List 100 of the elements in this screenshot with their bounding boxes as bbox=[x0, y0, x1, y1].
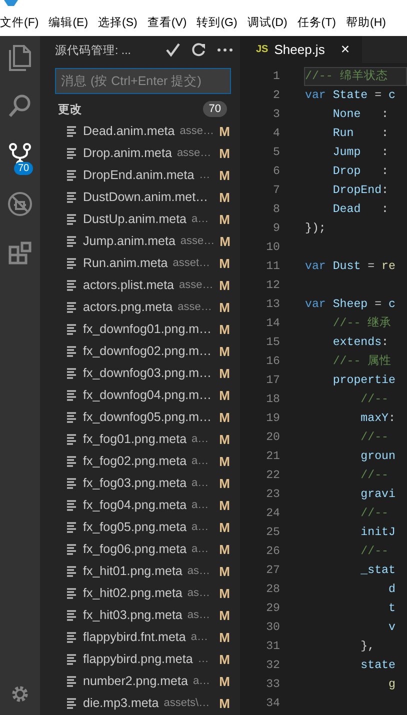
status-letter: M bbox=[219, 212, 230, 226]
file-name[interactable]: fx_fog05.png.meta bbox=[83, 520, 187, 534]
file-name[interactable]: fx_downfog02.png.m… bbox=[83, 344, 212, 358]
status-letter: M bbox=[219, 476, 230, 490]
file-name[interactable]: fx_hit02.png.meta bbox=[83, 586, 182, 600]
file-icon bbox=[66, 125, 78, 137]
file-name[interactable]: actors.plist.meta bbox=[83, 278, 174, 292]
panel-title: 源代码管理: ... bbox=[55, 44, 132, 58]
status-letter: M bbox=[220, 234, 230, 248]
code-line: Jump : bbox=[332, 145, 390, 161]
settings-icon[interactable] bbox=[9, 683, 31, 705]
checkmark-icon[interactable] bbox=[164, 41, 182, 59]
close-icon[interactable]: × bbox=[340, 41, 350, 58]
line-number: 23 bbox=[265, 488, 281, 501]
file-name[interactable]: DustDown.anim.met… bbox=[83, 190, 208, 204]
file-name[interactable]: Drop.anim.meta bbox=[83, 146, 172, 160]
commit-message-field[interactable]: 消息 (按 Ctrl+Enter 提交) bbox=[55, 68, 231, 94]
status-letter: M bbox=[219, 388, 230, 402]
code-line: gravi bbox=[360, 487, 396, 503]
status-letter: M bbox=[219, 542, 230, 556]
line-number: 3 bbox=[272, 108, 281, 121]
tab-title: Sheep.js bbox=[274, 42, 325, 57]
code-line: v bbox=[387, 620, 396, 636]
file-name[interactable]: fx_fog06.png.meta bbox=[83, 542, 187, 556]
file-name[interactable]: die.mp3.meta bbox=[83, 696, 159, 710]
file-path: … bbox=[198, 653, 209, 665]
file-name[interactable]: actors.png.meta bbox=[83, 300, 173, 314]
file-name[interactable]: fx_fog02.png.meta bbox=[83, 454, 187, 468]
file-name[interactable]: flappybird.fnt.meta bbox=[83, 630, 186, 644]
status-letter: M bbox=[219, 344, 230, 358]
code-line: g bbox=[387, 677, 396, 693]
count-badge: 70 bbox=[202, 101, 227, 117]
status-letter: M bbox=[219, 300, 230, 314]
code-line: groun bbox=[360, 449, 396, 465]
status-letter: M bbox=[219, 410, 230, 424]
file-path: asse… bbox=[180, 125, 214, 137]
line-number: 14 bbox=[265, 317, 281, 330]
file-name[interactable]: fx_downfog04.png.m… bbox=[83, 388, 212, 402]
file-icon bbox=[66, 345, 78, 357]
line-number: 13 bbox=[265, 298, 281, 311]
file-icon bbox=[66, 565, 78, 577]
line-number: 24 bbox=[265, 507, 281, 520]
status-letter: M bbox=[219, 124, 230, 138]
menu-item[interactable]: 任务(T) bbox=[297, 14, 336, 30]
file-name[interactable]: flappybird.png.meta bbox=[83, 652, 193, 666]
file-icon bbox=[66, 477, 78, 489]
file-name[interactable]: Run.anim.meta bbox=[83, 256, 168, 270]
file-name[interactable]: fx_downfog03.png.m… bbox=[83, 366, 212, 380]
code-line: //-- bbox=[360, 468, 390, 484]
file-name[interactable]: DustUp.anim.meta bbox=[83, 212, 187, 226]
menu-item[interactable]: 转到(G) bbox=[196, 14, 238, 30]
line-number: 19 bbox=[265, 412, 281, 425]
file-name[interactable]: Dead.anim.meta bbox=[83, 124, 175, 138]
code-line: Dead : bbox=[332, 202, 390, 218]
status-letter: M bbox=[219, 454, 230, 468]
editor-tab[interactable]: JS Sheep.js × bbox=[240, 36, 362, 63]
code-line: _stat bbox=[360, 563, 396, 579]
file-icon bbox=[66, 543, 78, 555]
file-name[interactable]: fx_fog01.png.meta bbox=[83, 432, 187, 446]
menu-item[interactable]: 文件(F) bbox=[0, 14, 39, 30]
status-letter: M bbox=[219, 322, 230, 336]
file-name[interactable]: fx_hit03.png.meta bbox=[83, 608, 182, 622]
menu-item[interactable]: 选择(S) bbox=[98, 14, 138, 30]
menu-item[interactable]: 查看(V) bbox=[147, 14, 187, 30]
line-number: 28 bbox=[265, 583, 281, 596]
file-icon bbox=[66, 433, 78, 445]
file-name[interactable]: fx_downfog01.png.m… bbox=[83, 322, 212, 336]
file-path: asset… bbox=[172, 257, 210, 269]
code-line: initJ bbox=[360, 525, 396, 541]
menu-item[interactable]: 调试(D) bbox=[247, 14, 288, 30]
line-number: 5 bbox=[272, 146, 281, 159]
file-icon bbox=[66, 257, 78, 269]
file-name[interactable]: fx_fog03.png.meta bbox=[83, 476, 187, 490]
line-number: 7 bbox=[272, 184, 281, 197]
file-name[interactable]: fx_downfog05.png.m… bbox=[83, 410, 212, 424]
file-name[interactable]: Jump.anim.meta bbox=[83, 234, 176, 248]
menu-item[interactable]: 编辑(E) bbox=[48, 14, 88, 30]
file-name[interactable]: fx_fog04.png.meta bbox=[83, 498, 187, 512]
file-name[interactable]: DropEnd.anim.meta bbox=[83, 168, 194, 182]
refresh-icon[interactable] bbox=[190, 41, 208, 59]
file-name[interactable]: number2.png.meta bbox=[83, 674, 188, 688]
file-icon bbox=[66, 279, 78, 291]
file-path: a… bbox=[192, 213, 209, 225]
file-icon bbox=[66, 675, 78, 687]
line-number: 22 bbox=[265, 469, 281, 482]
file-path: asse… bbox=[179, 279, 214, 291]
status-letter: M bbox=[219, 608, 230, 622]
status-letter: M bbox=[219, 168, 230, 182]
file-name[interactable]: fx_hit01.png.meta bbox=[83, 564, 182, 578]
code-line: }); bbox=[304, 221, 327, 237]
file-path: a… bbox=[192, 543, 209, 555]
line-number: 26 bbox=[265, 545, 281, 558]
file-path: a… bbox=[192, 499, 209, 511]
code-line: d bbox=[387, 582, 396, 598]
section-title: 更改 bbox=[58, 102, 83, 116]
code-line: Run : bbox=[332, 126, 390, 142]
menu-item[interactable]: 帮助(H) bbox=[346, 14, 386, 30]
file-icon bbox=[66, 411, 78, 423]
file-icon bbox=[66, 235, 78, 247]
code-line: state bbox=[360, 658, 396, 674]
